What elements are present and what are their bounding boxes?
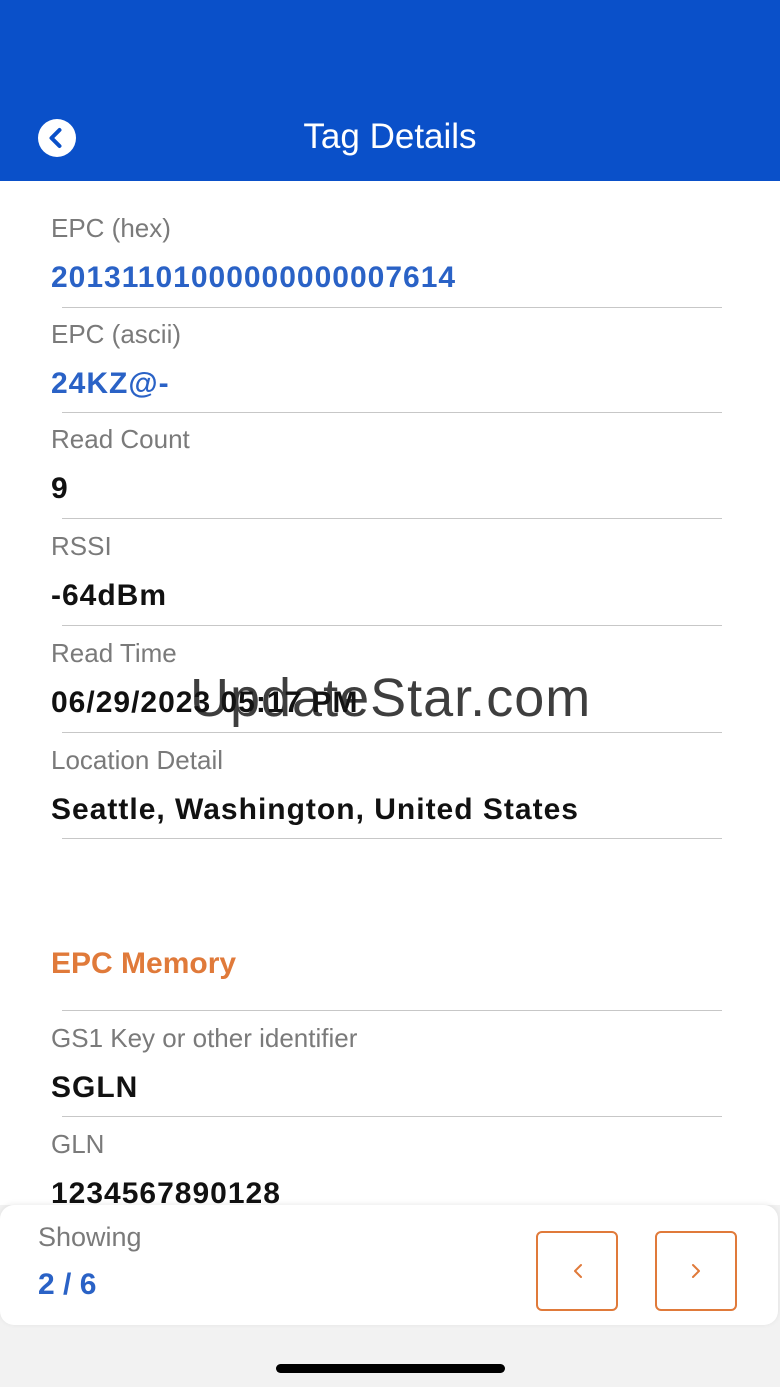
page-title: Tag Details — [303, 117, 477, 156]
home-indicator[interactable] — [276, 1364, 505, 1373]
next-tag-button[interactable] — [655, 1231, 737, 1311]
field-read-time: Read Time 06/29/2023 05:17 PM — [0, 606, 780, 719]
field-read-count: Read Count 9 — [0, 392, 780, 505]
showing-label: Showing — [38, 1222, 142, 1252]
field-label: Read Time — [51, 638, 177, 668]
field-epc-hex: EPC (hex) 20131101000000000007614 — [0, 181, 780, 294]
field-label: GS1 Key or other identifier — [51, 1023, 358, 1053]
field-label: Read Count — [51, 424, 190, 454]
field-epc-ascii: EPC (ascii) 24KZ@- — [0, 287, 780, 400]
previous-tag-button[interactable] — [536, 1231, 618, 1311]
field-rssi: RSSI -64dBm — [0, 499, 780, 612]
field-label: GLN — [51, 1129, 105, 1159]
field-label: EPC (ascii) — [51, 319, 182, 349]
field-gs1-key: GS1 Key or other identifier SGLN — [0, 991, 780, 1104]
field-label: RSSI — [51, 531, 112, 561]
field-label: Location Detail — [51, 745, 223, 775]
app-header: Tag Details — [0, 0, 780, 181]
showing-value: 2 / 6 — [38, 1268, 97, 1301]
epc-memory-heading: EPC Memory — [51, 947, 237, 980]
chevron-right-icon — [692, 1264, 700, 1278]
field-gln: GLN 1234567890128 — [0, 1097, 780, 1210]
field-value: Seattle, Washington, United States — [51, 793, 579, 826]
field-label: EPC (hex) — [51, 213, 171, 243]
chevron-left-icon — [574, 1264, 582, 1278]
divider — [62, 838, 722, 839]
field-location-detail: Location Detail Seattle, Washington, Uni… — [0, 713, 780, 826]
